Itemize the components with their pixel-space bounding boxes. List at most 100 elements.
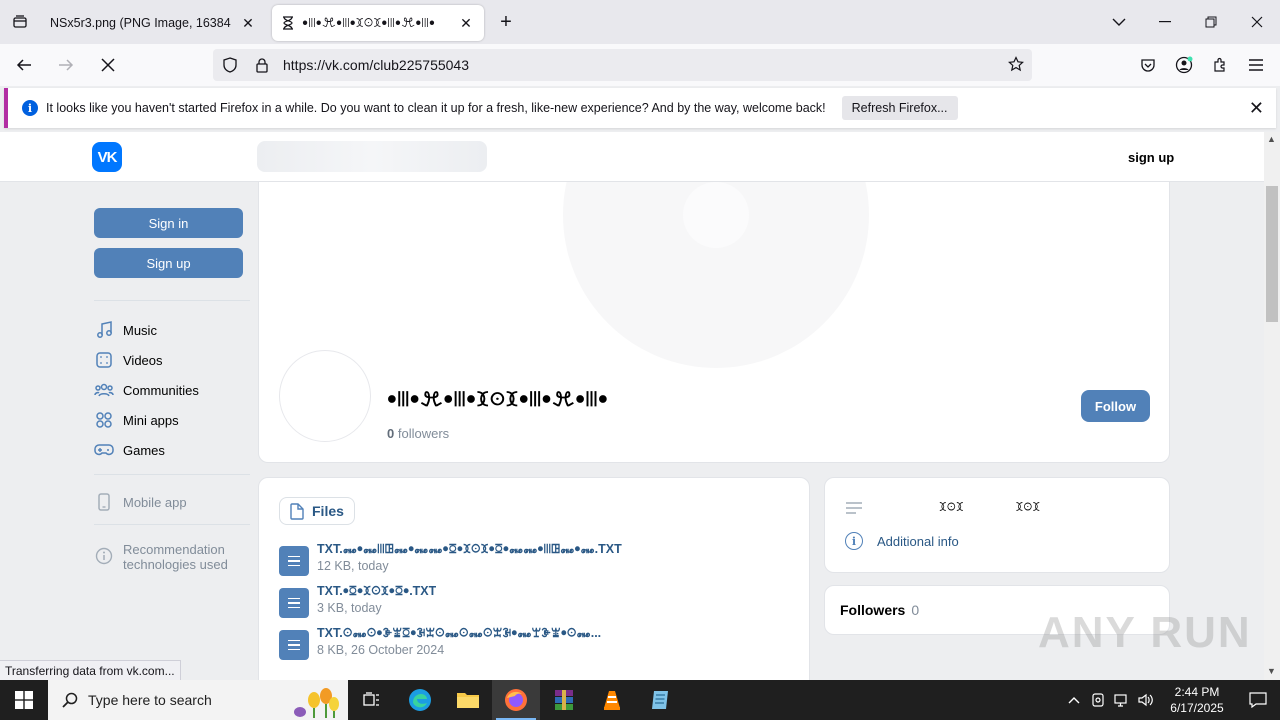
url-text[interactable]: https://vk.com/club225755043: [283, 57, 469, 73]
sidebar-item-recommendation[interactable]: Recommendation technologies used: [94, 542, 228, 574]
tulips-decoration-icon: [294, 688, 339, 718]
info-circle-icon: [94, 546, 114, 566]
chevron-down-icon: [1112, 18, 1126, 26]
account-button[interactable]: [1166, 49, 1202, 81]
files-tab[interactable]: Files: [279, 497, 355, 525]
file-row[interactable]: TXT.ꖴ꘏ꖴꔷꘀꘅꗞꔷꘂꘇꖴ꘏ꖴ꘏ꖴꘇꘂꔷ꘏ꘃꘀꘅꔷꖴ꘏... 8 KB, 2…: [279, 626, 799, 662]
scroll-down-icon[interactable]: ▼: [1267, 666, 1276, 676]
restore-button[interactable]: [1188, 0, 1234, 44]
cover-placeholder: [563, 182, 869, 368]
edge-icon: [409, 689, 431, 711]
notification-icon: [1249, 692, 1267, 708]
sidebar-item-mini-apps[interactable]: Mini apps: [94, 408, 179, 432]
file-icon: [290, 502, 304, 520]
close-icon: [1251, 16, 1263, 28]
task-view-button[interactable]: [348, 680, 396, 720]
notification-message: It looks like you haven't started Firefo…: [46, 101, 826, 115]
shield-icon[interactable]: [215, 57, 245, 73]
taskbar-winrar[interactable]: [540, 680, 588, 720]
group-followers[interactable]: 0 followers: [387, 426, 449, 441]
bookmark-star-icon[interactable]: [1008, 55, 1024, 75]
tray-device-icon: [1092, 693, 1104, 707]
avatar[interactable]: [279, 350, 371, 442]
header-signup-link[interactable]: sign up: [1128, 150, 1174, 165]
tab-close-icon[interactable]: ✕: [458, 15, 474, 32]
followers-count: 0: [387, 426, 395, 441]
sidebar-item-mobile-app[interactable]: Mobile app: [94, 490, 187, 514]
taskbar-search[interactable]: Type here to search: [48, 680, 348, 720]
file-row[interactable]: TXT.꘏ꔷ꘏ꔖꖸ꘏ꔷ꘏꘏ꔷꗞꔷꘉꖴꘉꔷꗞꔷ꘏꘏ꔷꔖꖸ꘏ꔷ꘏.TXT 12 KB…: [279, 542, 799, 578]
file-row[interactable]: TXT.ꔷꗞꔷꘉꖴꘉꔷꗞꔷ.TXT 3 KB, today: [279, 584, 799, 620]
new-tab-button[interactable]: +: [488, 4, 524, 40]
forward-button[interactable]: [48, 49, 84, 81]
scrollbar-thumb[interactable]: [1266, 186, 1278, 322]
file-name[interactable]: TXT.꘏ꔷ꘏ꔖꖸ꘏ꔷ꘏꘏ꔷꗞꔷꘉꖴꘉꔷꗞꔷ꘏꘏ꔷꔖꖸ꘏ꔷ꘏.TXT: [317, 542, 622, 557]
additional-info-link[interactable]: i Additional info: [845, 532, 959, 550]
arrow-right-icon: [59, 59, 74, 71]
description-icon: [846, 501, 862, 514]
extensions-button[interactable]: [1202, 49, 1238, 81]
taskbar-edge[interactable]: [396, 680, 444, 720]
video-icon: [94, 350, 114, 370]
tab-vk-club[interactable]: ꔷꔖꔷꘪꔷꔖꔷꘉꖴꘉꔷꔖꔷꘪꔷꔖꔷ ✕: [272, 5, 484, 41]
document-icon: [279, 630, 309, 660]
tab-png-image[interactable]: NSx5r3.png (PNG Image, 16384 × 1 ✕: [40, 5, 266, 41]
taskbar-firefox[interactable]: [492, 680, 540, 720]
sidebar-item-music[interactable]: Music: [94, 318, 157, 342]
tray-app-button[interactable]: [1086, 680, 1110, 720]
file-name[interactable]: TXT.ꔷꗞꔷꘉꖴꘉꔷꗞꔷ.TXT: [317, 584, 436, 599]
followers-card-title: Followers 0: [840, 602, 919, 618]
close-window-button[interactable]: [1234, 0, 1280, 44]
back-button[interactable]: [6, 49, 42, 81]
firefox-icon: [505, 689, 527, 711]
tab-list-button[interactable]: [0, 0, 40, 44]
follow-button[interactable]: Follow: [1081, 390, 1150, 422]
sign-up-button[interactable]: Sign up: [94, 248, 243, 278]
account-icon: [1175, 56, 1193, 74]
taskbar-file-explorer[interactable]: [444, 680, 492, 720]
network-button[interactable]: [1110, 680, 1134, 720]
refresh-firefox-button[interactable]: Refresh Firefox...: [841, 96, 958, 120]
menu-button[interactable]: [1238, 49, 1274, 81]
page-scrollbar[interactable]: ▲ ▼: [1264, 132, 1280, 680]
search-placeholder-skeleton: [257, 141, 487, 172]
taskbar-vlc[interactable]: [588, 680, 636, 720]
group-name: ꔷꔖꔷꘪꔷꔖꔷꘉꖴꘉꔷꔖꔷꘪꔷꔖꔷ: [387, 389, 609, 411]
sidebar-item-label: Videos: [123, 352, 163, 368]
description-text: ꘉꖴꘉ: [939, 500, 964, 514]
chevron-up-icon: [1068, 697, 1080, 704]
sign-in-button[interactable]: Sign in: [94, 208, 243, 238]
winrar-icon: [555, 690, 573, 710]
gamepad-icon: [94, 440, 114, 460]
file-name[interactable]: TXT.ꖴ꘏ꖴꔷꘀꘅꗞꔷꘂꘇꖴ꘏ꖴ꘏ꖴꘇꘂꔷ꘏ꘃꘀꘅꔷꖴ꘏...: [317, 626, 601, 641]
windows-taskbar: Type here to search 2:44 PM 6/17/2025: [0, 680, 1280, 720]
files-tab-label: Files: [312, 503, 344, 519]
pocket-button[interactable]: [1130, 49, 1166, 81]
scroll-up-icon[interactable]: ▲: [1267, 134, 1276, 144]
minimize-button[interactable]: [1142, 0, 1188, 44]
hamburger-icon: [1249, 59, 1263, 71]
sidebar-item-videos[interactable]: Videos: [94, 348, 163, 372]
browser-status-bar: Transferring data from vk.com...: [0, 660, 181, 680]
vk-logo[interactable]: VK: [92, 142, 122, 172]
list-all-tabs-button[interactable]: [1096, 0, 1142, 44]
action-center-button[interactable]: [1236, 680, 1280, 720]
hourglass-icon: [283, 16, 293, 30]
volume-button[interactable]: [1134, 680, 1158, 720]
start-button[interactable]: [0, 680, 48, 720]
sidebar-item-games[interactable]: Games: [94, 438, 165, 462]
sidebar-item-label: Music: [123, 322, 157, 338]
info-icon: i: [845, 532, 863, 550]
notification-close-icon[interactable]: ✕: [1249, 98, 1264, 119]
sidebar-item-label: Mobile app: [123, 494, 187, 510]
tray-overflow-button[interactable]: [1062, 680, 1086, 720]
clock-time: 2:44 PM: [1174, 685, 1220, 699]
taskbar-clock[interactable]: 2:44 PM 6/17/2025: [1158, 684, 1236, 716]
lock-icon[interactable]: [247, 57, 277, 73]
taskbar-notepad[interactable]: [636, 680, 684, 720]
music-icon: [94, 320, 114, 340]
sidebar-item-communities[interactable]: Communities: [94, 378, 199, 402]
url-bar[interactable]: https://vk.com/club225755043: [213, 49, 1032, 81]
stop-button[interactable]: [90, 49, 126, 81]
tab-close-icon[interactable]: ✕: [240, 15, 256, 32]
